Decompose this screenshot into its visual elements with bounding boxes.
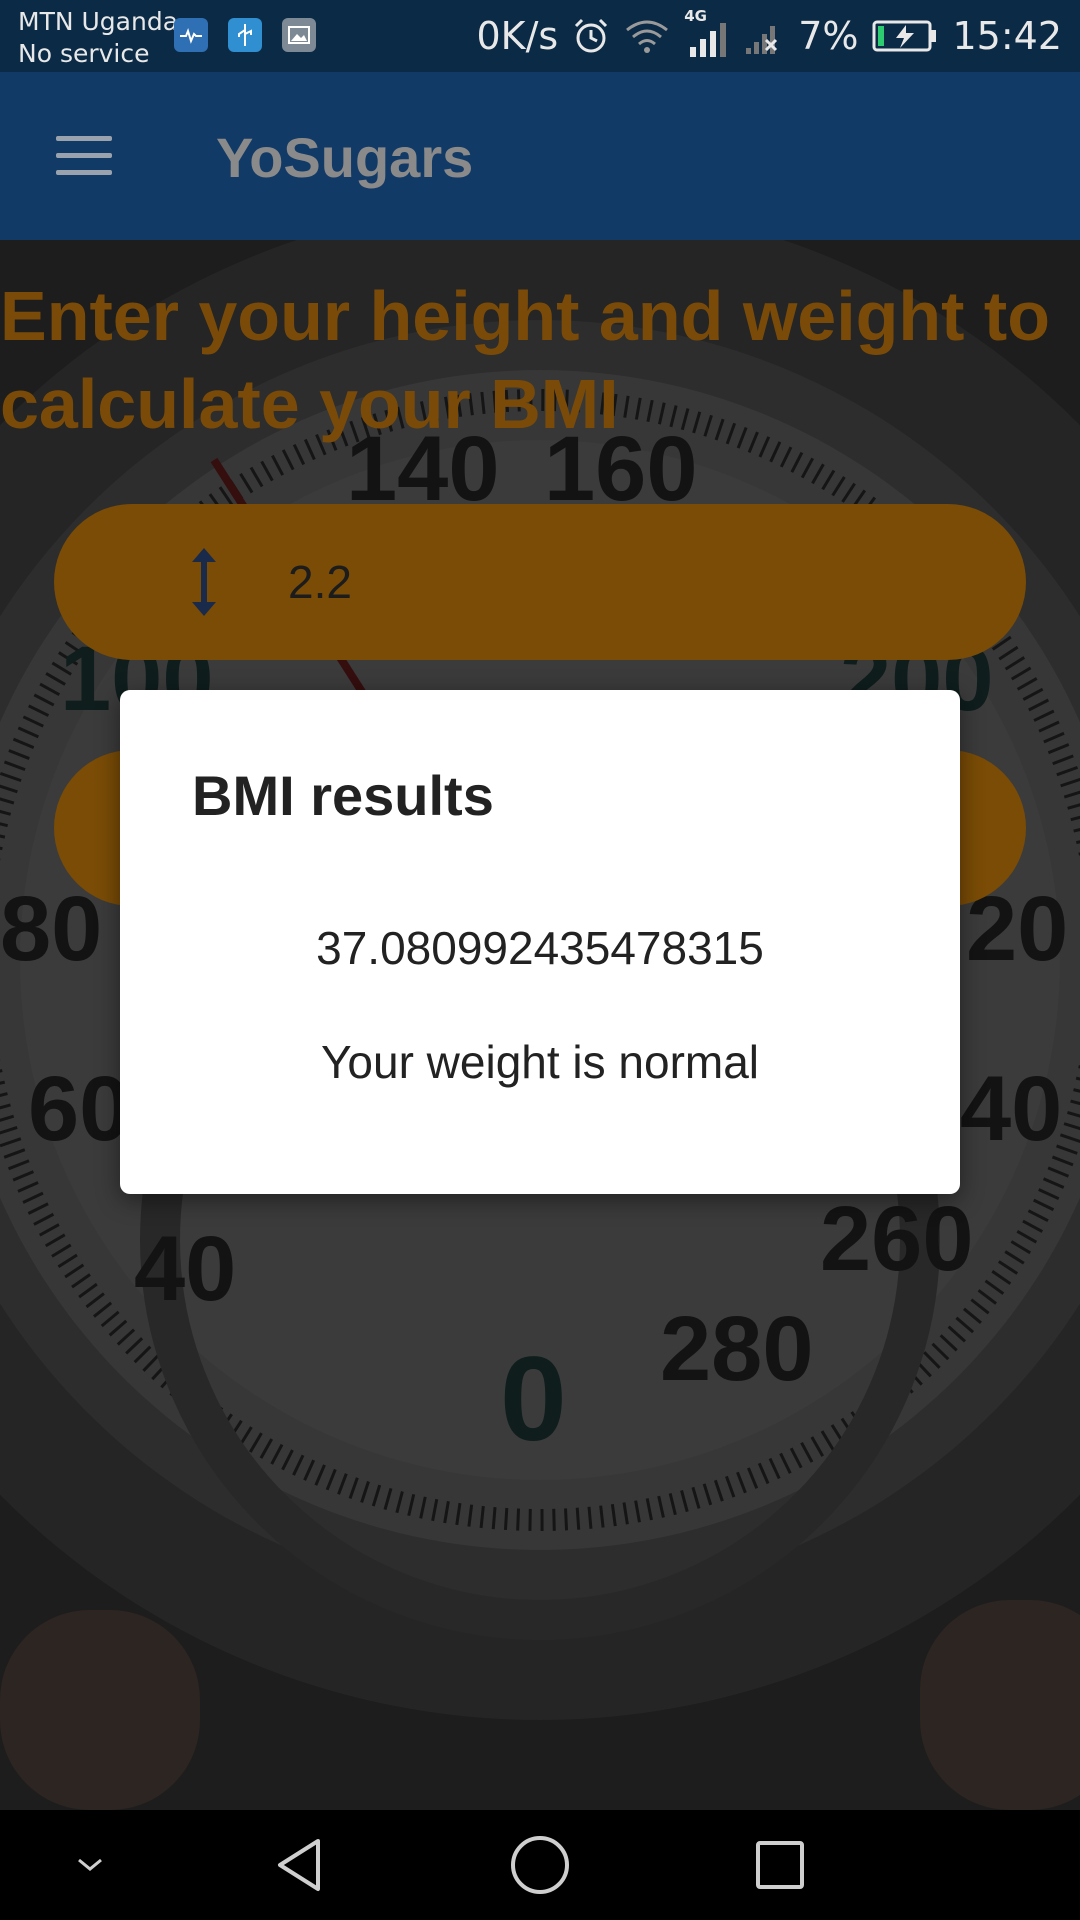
battery-percent: 7% xyxy=(798,14,859,58)
height-arrows-icon xyxy=(192,548,216,616)
status-right: 0K/s 4G 7% 15:42 xyxy=(476,7,1062,62)
service-status: No service xyxy=(18,39,150,68)
battery-charging-icon xyxy=(872,20,937,52)
signal-icon: 4G xyxy=(684,7,730,59)
wifi-icon xyxy=(626,20,669,53)
no-signal-icon xyxy=(746,26,778,54)
height-value: 2.2 xyxy=(288,556,352,608)
chevron-down-icon[interactable] xyxy=(50,1810,130,1920)
hamburger-menu-icon[interactable] xyxy=(56,136,112,176)
app-bar xyxy=(0,72,1080,240)
bmi-message: Your weight is normal xyxy=(320,1036,760,1088)
health-icon xyxy=(174,18,208,52)
dialog-title: BMI results xyxy=(192,764,494,827)
app-title: YoSugars xyxy=(216,126,474,189)
bmi-value: 37.080992435478315 xyxy=(316,922,764,974)
page-heading: Enter your height and weight to calculat… xyxy=(0,277,1050,443)
back-icon[interactable] xyxy=(260,1810,340,1920)
carrier-info: MTN Uganda No service xyxy=(18,6,178,70)
height-input[interactable]: 2.2 xyxy=(54,504,1026,660)
home-icon[interactable] xyxy=(500,1810,580,1920)
usb-icon xyxy=(228,18,262,52)
status-bar: MTN Uganda No service 0K/s 4G 7% 15:42 xyxy=(0,0,1080,72)
alarm-icon xyxy=(575,18,608,53)
bmi-results-dialog: BMI results 37.080992435478315 Your weig… xyxy=(120,690,960,1194)
screen: 140 160 80 60 40 280 40 20 260 100 200 0… xyxy=(0,0,1080,1920)
navigation-bar xyxy=(0,1810,1080,1920)
gallery-icon xyxy=(282,18,316,52)
carrier-name: MTN Uganda xyxy=(18,7,179,36)
recents-icon[interactable] xyxy=(740,1810,820,1920)
clock: 15:42 xyxy=(952,14,1062,58)
net-speed: 0K/s xyxy=(476,14,559,58)
